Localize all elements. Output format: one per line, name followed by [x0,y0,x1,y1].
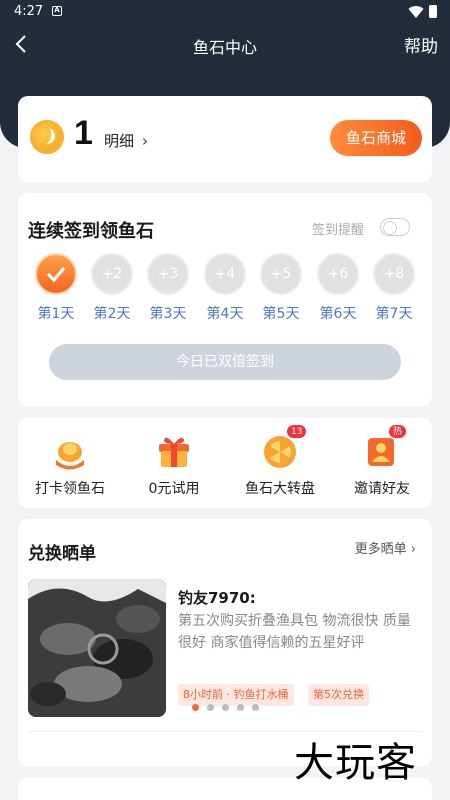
checkin-day-2: +2 第2天 [88,253,136,323]
status-bar: 4:27 A [0,0,450,24]
signed-today-button[interactable]: 今日已双倍签到 [49,344,401,380]
fish-icon [50,432,90,470]
more-shares-label: 更多晒单 [354,542,407,557]
checkin-reminder-toggle[interactable] [380,218,410,236]
tool-checkin-fishstone[interactable]: 打卡领鱼石 [20,432,120,498]
checkin-day-6: +6 第6天 [314,253,362,323]
balance-card: 1 明细 › 鱼石商城 [18,96,432,182]
checkin-day-label: 第3天 [149,306,187,322]
tool-badge: 热 [388,424,408,439]
checkin-day-reward: +4 [204,253,246,295]
tool-label: 邀请好友 [354,481,410,497]
checkin-day-label: 第7天 [375,306,413,322]
balance-detail-link[interactable]: 明细 [104,130,134,151]
watermark: 大玩客 [294,740,417,786]
checkin-card: 连续签到领鱼石 签到提醒 第1天 +2 第2天 +3 第3天 +4 第4天 +5… [18,193,432,406]
carousel-dot [207,704,214,711]
top-nav: 鱼石中心 帮助 [0,26,450,62]
tool-label: 打卡领鱼石 [35,481,105,497]
checkin-day-reward: +2 [91,253,133,295]
chevron-right-icon: › [410,542,416,557]
share-title: 兑换晒单 [28,544,96,564]
checkin-day-label: 第5天 [262,306,300,322]
wheel-icon: 13 [260,424,308,470]
gift-icon [154,432,194,470]
tool-label: 0元试用 [148,481,200,497]
fishstone-mall-button[interactable]: 鱼石商城 [330,120,422,156]
checkin-day-label: 第2天 [93,306,131,322]
checkin-day-reward: +3 [147,253,189,295]
share-username: 钓友7970: [178,589,256,607]
checkin-title: 连续签到领鱼石 [28,221,154,242]
battery-icon [429,5,437,18]
tool-invite-friends[interactable]: 热 邀请好友 [332,424,432,498]
checkin-day-reward: +5 [260,253,302,295]
checkin-day-3: +3 第3天 [144,253,192,323]
tool-label: 鱼石大转盘 [245,481,315,497]
share-count-tag: 第5次兑换 [308,684,369,706]
fishstone-coin-icon [30,120,64,154]
carousel-dot [237,704,244,711]
share-time-tag: 8小时前 · 钓鱼打水桶 [178,684,294,706]
checkin-day-4: +4 第4天 [201,253,249,323]
share-card: 兑换晒单 更多晒单 › 钓友7970: 第五次购买折叠渔具包 物流很快 质量很好… [18,519,432,766]
checkin-day-7: +8 第7天 [370,253,418,323]
help-link[interactable]: 帮助 [404,32,438,57]
checkin-day-label: 第4天 [206,306,244,322]
notification-a-icon: A [52,6,62,16]
checkin-day-5: +5 第5天 [257,253,305,323]
checkin-day-label: 第1天 [37,306,75,322]
wifi-icon [408,6,424,19]
checkin-reminder-label: 签到提醒 [312,223,365,238]
checkin-day-reward: +6 [317,253,359,295]
checkin-day-label: 第6天 [319,306,357,322]
balance-amount: 1 [74,114,93,152]
carousel-dot [192,704,199,711]
checkin-day-reward: +8 [373,253,415,295]
tool-lucky-wheel[interactable]: 13 鱼石大转盘 [230,424,330,498]
share-photo[interactable] [28,579,166,717]
chevron-right-icon: › [142,132,148,150]
checkin-day-1: 第1天 [32,253,80,323]
page-title: 鱼石中心 [192,38,257,57]
check-icon [35,253,77,295]
tool-badge: 13 [286,424,308,439]
carousel-dot [222,704,229,711]
tool-free-trial[interactable]: 0元试用 [124,432,224,498]
status-time: 4:27 [14,4,44,19]
carousel-dot [252,704,259,711]
tools-card: 打卡领鱼石 0元试用 13 鱼石大转盘 热 邀请好友 [18,418,432,508]
more-shares-link[interactable]: 更多晒单 › [355,538,416,557]
invite-icon: 热 [362,424,408,470]
share-review-text: 第五次购买折叠渔具包 物流很快 质量很好 商家值得信赖的五星好评 [178,613,411,651]
